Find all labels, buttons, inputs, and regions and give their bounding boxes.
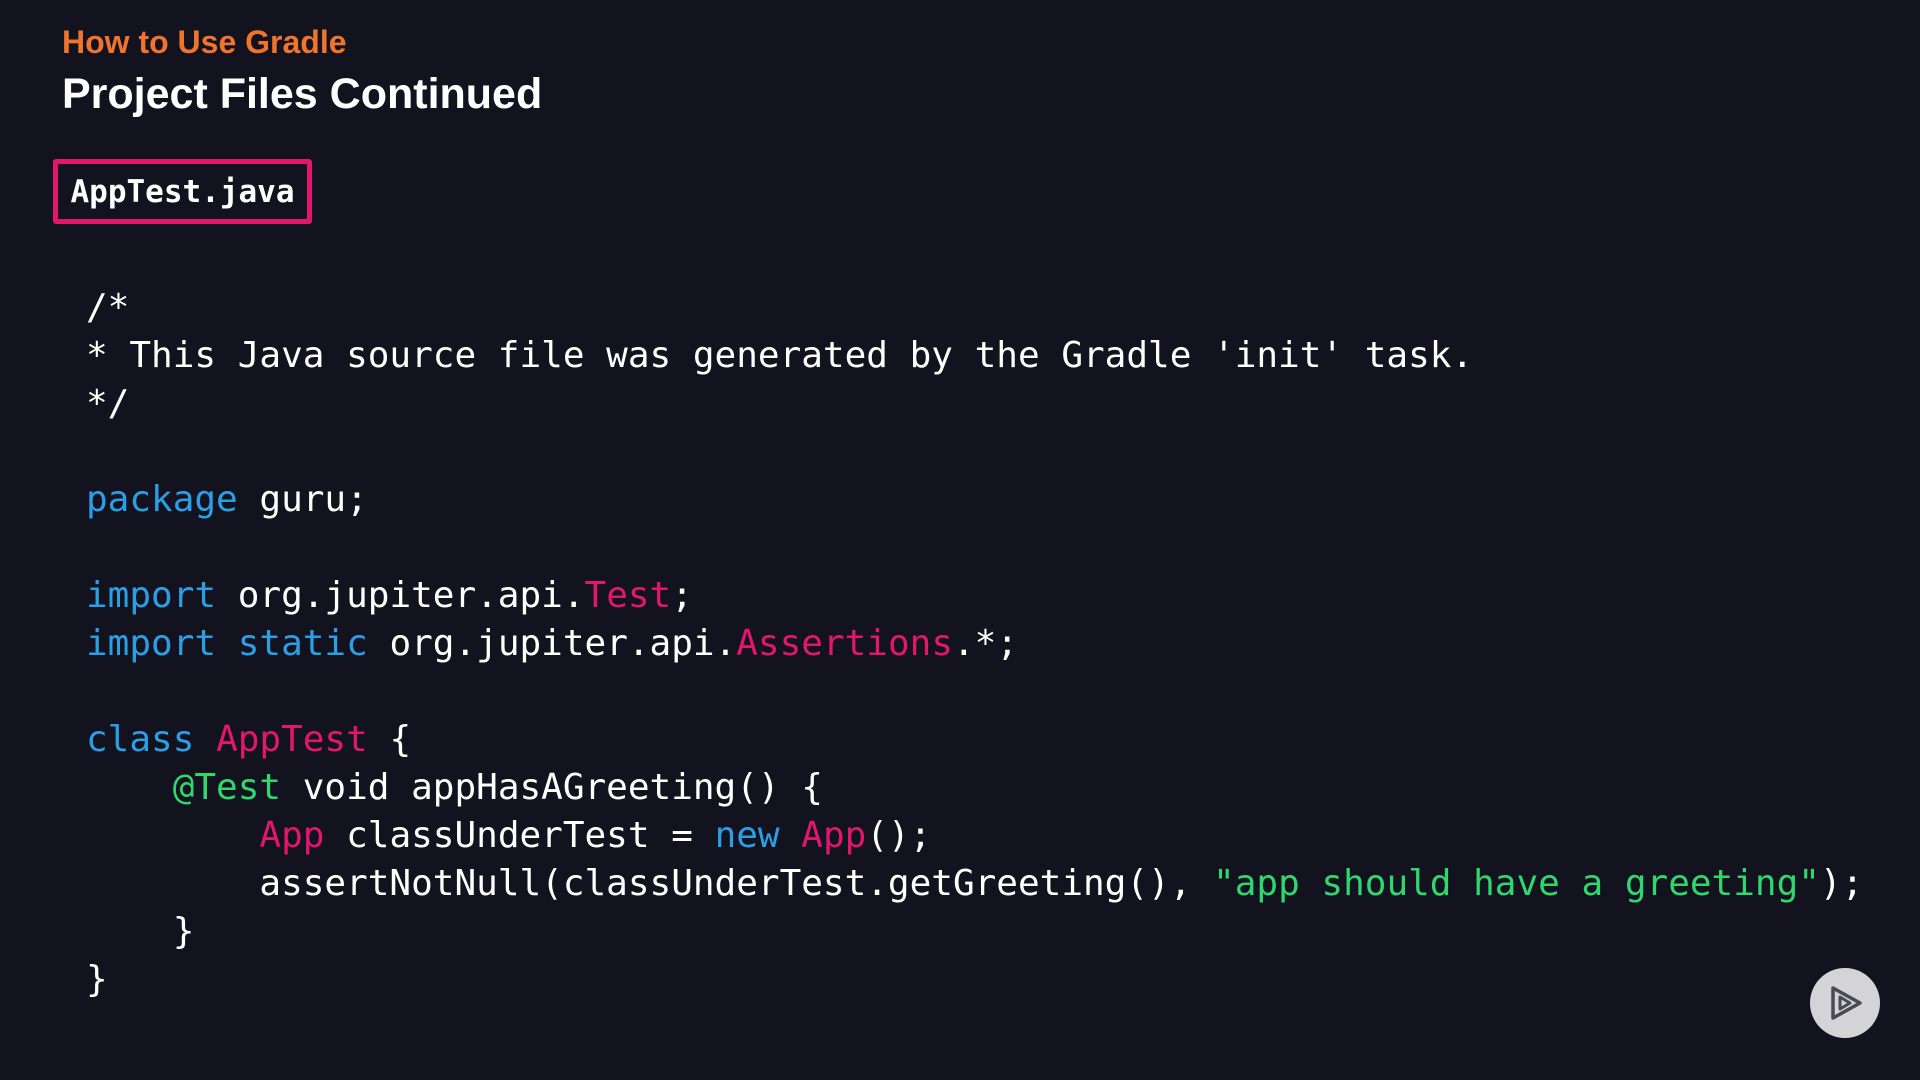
code-token-plain: org.jupiter.api. xyxy=(367,623,737,664)
code-line: */ xyxy=(86,380,1863,428)
code-token-plain: .*; xyxy=(953,623,1019,664)
code-token-type: AppTest xyxy=(216,719,368,760)
code-token-plain: } xyxy=(86,959,108,1000)
code-token-keyword: import xyxy=(86,623,217,664)
code-token-keyword: static xyxy=(237,623,368,664)
file-name-label: AppTest.java xyxy=(53,159,312,224)
code-token-type: App xyxy=(801,815,867,856)
code-token-keyword: import xyxy=(86,575,217,616)
code-token-plain: guru; xyxy=(237,479,368,520)
code-line: } xyxy=(86,956,1863,1004)
code-token-keyword: package xyxy=(86,479,238,520)
play-button[interactable] xyxy=(1810,968,1880,1038)
code-token-plain: ); xyxy=(1819,863,1864,904)
code-line: import static org.jupiter.api.Assertions… xyxy=(86,620,1863,668)
slide: How to Use Gradle Project Files Continue… xyxy=(0,0,1920,1080)
code-token-keyword: class xyxy=(86,719,195,760)
code-line: class AppTest { xyxy=(86,716,1863,764)
code-token-plain: */ xyxy=(86,383,130,424)
code-token-plain: { xyxy=(367,719,412,760)
course-title: How to Use Gradle xyxy=(62,24,347,60)
code-line: import org.jupiter.api.Test; xyxy=(86,572,1863,620)
code-token-plain: classUnderTest = xyxy=(324,815,715,856)
code-token-plain: * This Java source file was generated by… xyxy=(86,335,1474,376)
code-line: /* xyxy=(86,284,1863,332)
code-token-plain: ; xyxy=(671,575,693,616)
play-triangle-icon xyxy=(1831,986,1862,1020)
code-token-type: Assertions xyxy=(736,623,953,664)
code-line: * This Java source file was generated by… xyxy=(86,332,1863,380)
code-token-plain: assertNotNull(classUnderTest.getGreeting… xyxy=(86,863,1214,904)
slide-title: Project Files Continued xyxy=(62,70,543,118)
code-token-plain: } xyxy=(86,911,195,952)
code-token-type: App xyxy=(259,815,325,856)
code-token-string: "app should have a greeting" xyxy=(1213,863,1820,904)
code-line: } xyxy=(86,908,1863,956)
code-token-annotation: @Test xyxy=(172,767,282,808)
code-token-plain: void appHasAGreeting() { xyxy=(281,767,823,808)
code-line: App classUnderTest = new App(); xyxy=(86,812,1863,860)
code-token-type: Test xyxy=(584,575,672,616)
code-token-keyword: new xyxy=(714,815,780,856)
code-line: @Test void appHasAGreeting() { xyxy=(86,764,1863,812)
code-token-plain: /* xyxy=(86,287,130,328)
code-token-plain: org.jupiter.api. xyxy=(216,575,585,616)
code-token-plain: (); xyxy=(866,815,932,856)
code-line: assertNotNull(classUnderTest.getGreeting… xyxy=(86,860,1863,908)
code-line: package guru; xyxy=(86,476,1863,524)
code-block: /* * This Java source file was generated … xyxy=(86,284,1863,1004)
